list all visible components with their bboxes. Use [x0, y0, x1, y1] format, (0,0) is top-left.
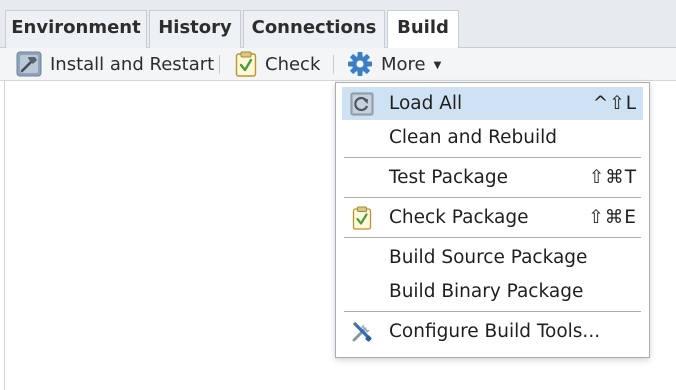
tab-history[interactable]: History	[149, 10, 241, 48]
install-and-restart-label: Install and Restart	[50, 53, 215, 75]
build-pane: Environment History Connections Build In…	[0, 0, 676, 390]
menu-item-label: Check Package	[389, 207, 529, 228]
toolbar-divider	[219, 55, 220, 74]
menu-item-clean-and-rebuild[interactable]: Clean and Rebuild	[342, 121, 643, 154]
menu-separator	[344, 197, 641, 198]
check-label: Check	[265, 53, 321, 75]
menu-item-build-source-package[interactable]: Build Source Package	[342, 241, 643, 274]
pane-left-border	[0, 81, 5, 390]
menu-item-shortcut: ⇧⌘T	[588, 167, 637, 188]
menu-item-label: Configure Build Tools...	[389, 321, 601, 342]
clipboard-check-icon	[352, 206, 372, 230]
menu-item-check-package[interactable]: Check Package ⇧⌘E	[342, 201, 643, 234]
menu-item-shortcut: ^⇧L	[592, 93, 637, 114]
menu-item-label: Load All	[389, 93, 463, 114]
menu-separator	[344, 237, 641, 238]
tab-build[interactable]: Build	[387, 10, 459, 49]
menu-separator	[344, 311, 641, 312]
tab-environment[interactable]: Environment	[5, 10, 147, 48]
tools-icon	[350, 320, 374, 344]
tab-strip: Environment History Connections Build	[0, 0, 676, 49]
clipboard-check-icon	[235, 51, 257, 77]
menu-separator	[344, 157, 641, 158]
more-dropdown-button[interactable]: More ▼	[347, 48, 441, 80]
menu-item-build-binary-package[interactable]: Build Binary Package	[342, 275, 643, 308]
check-button[interactable]: Check	[235, 48, 320, 80]
install-and-restart-button[interactable]: Install and Restart	[16, 48, 214, 80]
tab-connections[interactable]: Connections	[243, 10, 385, 48]
reload-icon	[350, 92, 374, 116]
more-label: More	[381, 53, 426, 75]
gear-icon	[347, 51, 373, 77]
build-toolbar: Install and Restart Check More ▼	[0, 48, 676, 81]
menu-item-label: Build Binary Package	[389, 281, 584, 302]
menu-item-label: Test Package	[389, 167, 508, 188]
menu-item-load-all[interactable]: Load All ^⇧L	[342, 87, 643, 120]
menu-item-test-package[interactable]: Test Package ⇧⌘T	[342, 161, 643, 194]
toolbar-divider	[333, 55, 334, 74]
menu-item-label: Build Source Package	[389, 247, 588, 268]
menu-item-shortcut: ⇧⌘E	[588, 207, 637, 228]
menu-item-label: Clean and Rebuild	[389, 127, 557, 148]
hammer-icon	[16, 51, 42, 77]
caret-down-icon: ▼	[433, 59, 442, 71]
menu-item-configure-build-tools[interactable]: Configure Build Tools...	[342, 315, 643, 348]
more-dropdown-menu: Load All ^⇧L Clean and Rebuild Test Pack…	[335, 82, 650, 358]
